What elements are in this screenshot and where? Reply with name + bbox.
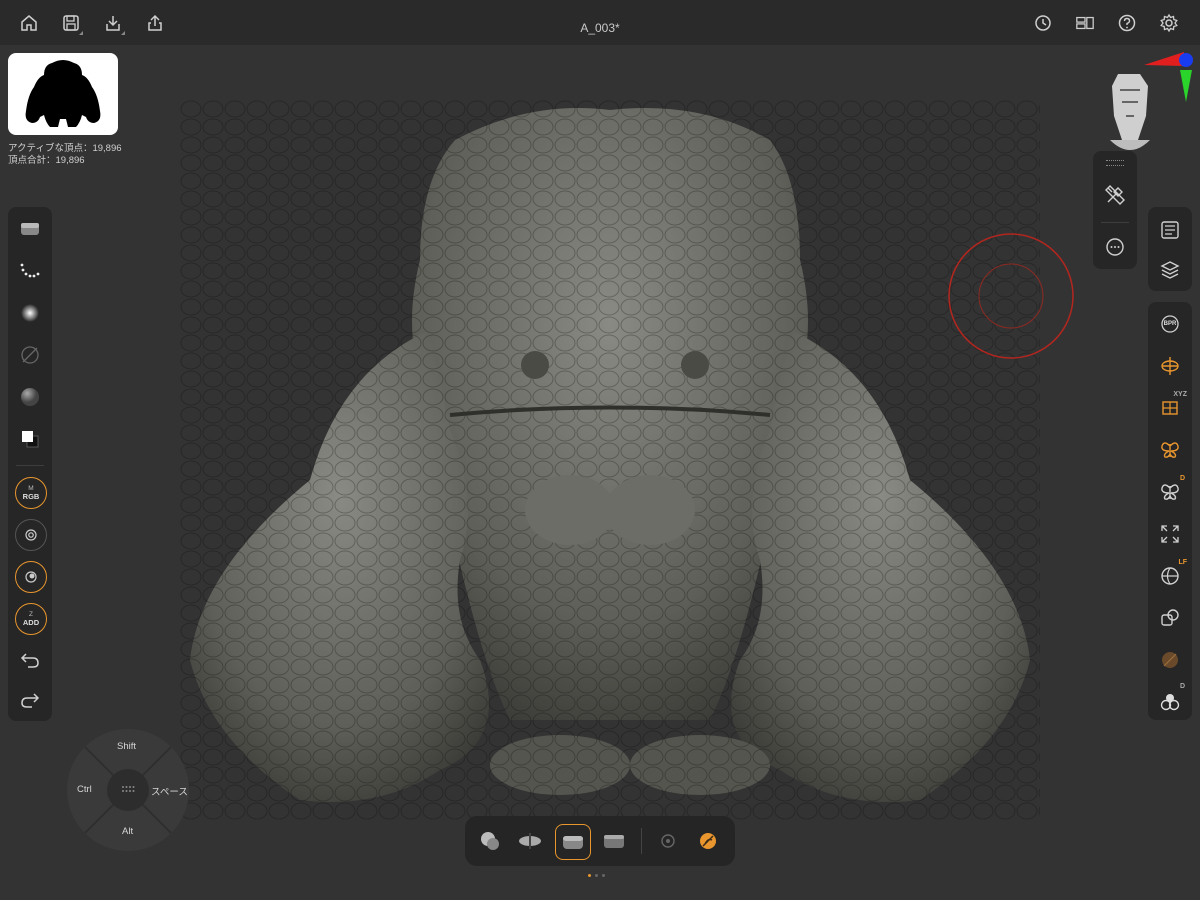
- document-title: A_003*: [580, 21, 620, 35]
- active-vertex-count: アクティブな頂点：19,896: [8, 143, 122, 154]
- bpr-label: BPR: [1163, 321, 1177, 327]
- gear-icon[interactable]: [1155, 9, 1183, 37]
- brush-dock: [465, 816, 735, 866]
- floor-grid-icon[interactable]: [1153, 349, 1187, 383]
- texture-off-icon[interactable]: [13, 338, 47, 372]
- page-dot[interactable]: [588, 874, 591, 877]
- mrgb-bottom-label: RGB: [22, 492, 40, 501]
- d2-badge: D: [1179, 683, 1185, 690]
- quick-panel: [1093, 151, 1137, 269]
- ctrl-key[interactable]: Ctrl: [77, 784, 92, 795]
- undo-icon[interactable]: [13, 643, 47, 677]
- joystick-center[interactable]: [107, 769, 149, 811]
- layout-icon[interactable]: [1071, 9, 1099, 37]
- layers-icon[interactable]: [1153, 253, 1187, 287]
- right-upper-panel: [1148, 207, 1192, 291]
- color-swatch-icon[interactable]: [13, 422, 47, 456]
- help-icon[interactable]: [1113, 9, 1141, 37]
- zadd-bottom-label: ADD: [22, 618, 40, 627]
- perspective-icon[interactable]: LF: [1153, 559, 1187, 593]
- tools-icon[interactable]: [1098, 178, 1132, 212]
- dynamic-icon[interactable]: D: [1153, 683, 1187, 719]
- transparency-icon[interactable]: [1153, 601, 1187, 635]
- stroke-icon[interactable]: [13, 254, 47, 288]
- page-dot[interactable]: [595, 874, 598, 877]
- brush-move-icon[interactable]: [597, 824, 631, 858]
- fit-view-icon[interactable]: [1153, 517, 1187, 551]
- divider: [16, 465, 44, 466]
- history-icon[interactable]: [1029, 9, 1057, 37]
- page-dot[interactable]: [602, 874, 605, 877]
- divider: [1101, 222, 1129, 223]
- alpha-icon[interactable]: [13, 296, 47, 330]
- shift-key[interactable]: Shift: [117, 741, 136, 752]
- drag-handle[interactable]: [1106, 160, 1124, 166]
- outliner-icon[interactable]: [1153, 213, 1187, 247]
- brush-clay-icon[interactable]: [473, 824, 507, 858]
- symmetry-icon[interactable]: [1153, 433, 1187, 467]
- camera-icon[interactable]: [651, 824, 685, 858]
- mrgb-toggle[interactable]: M RGB: [15, 477, 47, 509]
- brush-dam-icon[interactable]: [513, 824, 547, 858]
- model-thumbnail[interactable]: [8, 53, 118, 135]
- left-toolbar: M RGB Z ADD: [8, 207, 52, 721]
- xyz-badge: XYZ: [1173, 391, 1187, 398]
- view-gizmo[interactable]: [1100, 50, 1198, 160]
- sculpt-viewport[interactable]: [180, 100, 1040, 820]
- vertex-stats: アクティブな頂点：19,896 頂点合計：19,896: [8, 143, 122, 167]
- frame-xyz-icon[interactable]: XYZ: [1153, 391, 1187, 425]
- render-icon[interactable]: [691, 824, 725, 858]
- divider: [641, 828, 642, 854]
- more-icon[interactable]: [1098, 230, 1132, 264]
- focal-shift-dial[interactable]: [15, 519, 47, 551]
- creature-model: [180, 100, 1040, 820]
- brush-preview-icon[interactable]: [13, 212, 47, 246]
- brush-cursor: [948, 233, 1074, 359]
- top-bar: A_003*: [0, 0, 1200, 45]
- d-badge: D: [1179, 475, 1185, 482]
- space-key[interactable]: スペース: [151, 784, 188, 798]
- bpr-render-button[interactable]: BPR: [1153, 307, 1187, 341]
- modifier-joystick[interactable]: Shift Ctrl スペース Alt: [67, 729, 189, 851]
- radial-symmetry-icon[interactable]: D: [1153, 475, 1187, 509]
- polyframe-icon[interactable]: [1153, 643, 1187, 677]
- lf-badge: LF: [1178, 559, 1187, 566]
- right-lower-panel: BPR XYZ D LF D: [1148, 302, 1192, 720]
- zadd-toggle[interactable]: Z ADD: [15, 603, 47, 635]
- grid-dots-icon: [122, 786, 135, 792]
- page-indicator: [588, 874, 605, 877]
- material-icon[interactable]: [13, 380, 47, 414]
- redo-icon[interactable]: [13, 683, 47, 717]
- total-vertex-count: 頂点合計：19,896: [8, 155, 85, 166]
- brush-standard-icon[interactable]: [555, 824, 591, 860]
- intensity-dial[interactable]: [15, 561, 47, 593]
- alt-key[interactable]: Alt: [122, 826, 133, 837]
